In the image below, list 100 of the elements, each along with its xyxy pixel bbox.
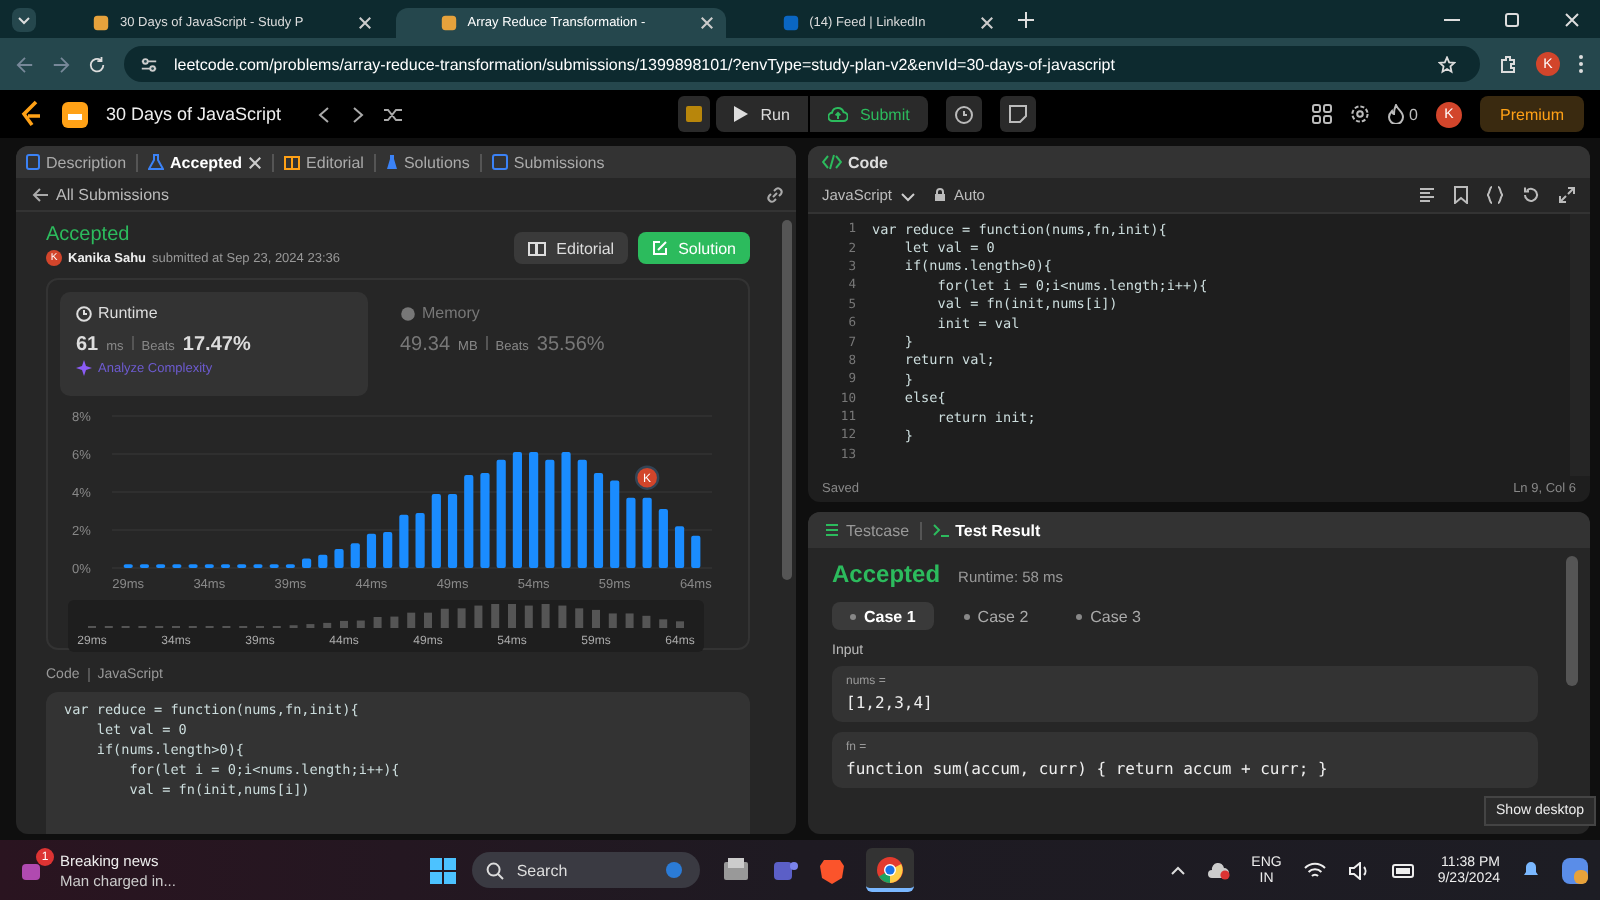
close-icon[interactable]	[1564, 11, 1580, 27]
beats-percent: 17.47%	[182, 334, 251, 356]
histogram-bar[interactable]	[512, 452, 522, 568]
restore-icon[interactable]	[1504, 11, 1520, 27]
case-tab[interactable]: Case 2	[945, 602, 1047, 630]
bookmark-icon[interactable]	[1454, 186, 1468, 204]
dot-icon	[1076, 613, 1083, 619]
case-tab[interactable]: Case 3	[1058, 602, 1160, 630]
histogram-bar[interactable]	[447, 493, 458, 568]
panel-tab[interactable]: Submissions	[491, 153, 605, 171]
study-plan-title[interactable]: 30 Days of JavaScript	[106, 104, 282, 124]
logo-icon[interactable]	[20, 100, 44, 128]
histogram-bar[interactable]	[496, 459, 506, 568]
alarm-clock-icon[interactable]	[945, 96, 982, 132]
stat-label: Memory	[400, 304, 676, 322]
histogram-bar[interactable]	[415, 512, 425, 568]
histogram-bar[interactable]	[302, 558, 312, 568]
histogram-bar[interactable]	[399, 514, 409, 568]
star-icon[interactable]	[1438, 55, 1456, 73]
start-icon[interactable]	[430, 857, 457, 883]
bell-icon[interactable]	[1522, 860, 1540, 880]
address-bar[interactable]: leetcode.com/problems/array-reduce-transformation/submissions/1399898101/?envType=study-plan-v2&envId=30-days-of-javascript	[124, 46, 1480, 82]
histogram-bar[interactable]	[626, 497, 636, 568]
search-field[interactable]: Search	[472, 852, 701, 888]
scrollbar[interactable]	[782, 220, 792, 580]
site-icon	[781, 14, 800, 32]
back-icon[interactable]	[16, 55, 34, 73]
settings-icon[interactable]	[1349, 104, 1370, 124]
clock-icon	[76, 305, 92, 321]
chrome-icon[interactable]	[876, 856, 905, 884]
stat-value: 61	[76, 334, 99, 356]
shuffle-icon[interactable]	[383, 105, 404, 123]
run-button[interactable]: Run	[716, 96, 808, 132]
url-text: leetcode.com/problems/array-reduce-transformation/submissions/1399898101/?envType=study-plan-v2&envId=30-days-of-javascript	[174, 55, 1115, 73]
forward-icon[interactable]	[52, 55, 70, 73]
panel-tab[interactable]: Solutions	[385, 153, 470, 171]
reload-icon[interactable]	[88, 55, 106, 73]
all-submissions-link[interactable]: All Submissions	[32, 185, 169, 203]
flask-icon	[148, 154, 165, 170]
histogram-bar[interactable]	[318, 554, 328, 568]
link-icon[interactable]	[766, 185, 784, 203]
panel-tab[interactable]: Description	[26, 153, 127, 171]
volume-icon[interactable]	[1347, 861, 1370, 879]
cloud-icon[interactable]	[1207, 861, 1230, 879]
scrollbar[interactable]	[1566, 556, 1578, 686]
chevron-up-icon[interactable]	[1169, 864, 1186, 876]
histogram-bar[interactable]	[593, 473, 604, 568]
premium-button[interactable]: Premium	[1480, 96, 1585, 132]
chevron-down-icon[interactable]	[900, 187, 917, 203]
editorial-button[interactable]: Editorial	[514, 232, 629, 264]
battery-icon[interactable]	[1391, 863, 1416, 877]
wifi-icon[interactable]	[1303, 861, 1326, 879]
close-icon[interactable]	[699, 16, 714, 30]
case-tab[interactable]: Case 1	[832, 602, 934, 630]
histogram-bar[interactable]	[691, 535, 701, 568]
search-icon	[486, 861, 505, 879]
histogram-bar[interactable]	[464, 474, 474, 568]
format-icon[interactable]	[1418, 186, 1436, 204]
previous-icon[interactable]	[315, 105, 332, 123]
reset-icon[interactable]	[1522, 186, 1540, 204]
more-icon[interactable]	[1578, 54, 1584, 74]
panel-tab[interactable]: Testcase	[824, 521, 910, 539]
folder-icon[interactable]	[722, 858, 751, 882]
parameter-value: [1,2,3,4]	[846, 694, 935, 712]
close-icon[interactable]	[979, 16, 994, 30]
histogram-bar[interactable]	[334, 549, 344, 568]
histogram-bar[interactable]	[577, 459, 587, 568]
shield-icon[interactable]	[820, 857, 845, 883]
histogram-bar[interactable]	[610, 480, 620, 568]
cloud-upload-icon	[827, 106, 848, 122]
close-icon[interactable]	[357, 16, 372, 30]
histogram-bar[interactable]	[529, 452, 539, 568]
submit-button[interactable]: Submit	[809, 96, 928, 132]
histogram-bar[interactable]	[674, 526, 685, 568]
terminal-icon	[931, 522, 950, 538]
histogram-bar[interactable]	[642, 497, 652, 568]
copilot-icon[interactable]	[1562, 857, 1588, 883]
braces-icon[interactable]	[1486, 186, 1504, 204]
panel-tab[interactable]: Test Result	[931, 521, 1041, 539]
site-icon	[439, 14, 458, 32]
code-icon	[822, 154, 842, 170]
note-icon[interactable]	[999, 96, 1036, 132]
checklist-icon	[824, 522, 840, 538]
expand-icon[interactable]	[1558, 186, 1576, 204]
grid-icon[interactable]	[1311, 104, 1332, 124]
tab-list-icon[interactable]	[12, 7, 36, 31]
panel-tab[interactable]: Editorial	[284, 153, 364, 171]
histogram-bar[interactable]	[366, 533, 377, 568]
panel-tab[interactable]: Accepted	[148, 153, 263, 171]
book-icon	[284, 155, 301, 169]
site-settings-icon[interactable]	[140, 55, 158, 73]
teams-icon[interactable]	[772, 857, 799, 883]
histogram-bar[interactable]	[431, 493, 441, 568]
next-icon[interactable]	[349, 105, 366, 123]
histogram-bar[interactable]	[383, 531, 393, 568]
extensions-icon[interactable]	[1498, 54, 1518, 74]
close-icon[interactable]	[248, 155, 263, 169]
new-tab-icon[interactable]	[1017, 11, 1034, 27]
histogram-bar[interactable]	[350, 543, 360, 568]
histogram-bar[interactable]	[658, 509, 668, 568]
